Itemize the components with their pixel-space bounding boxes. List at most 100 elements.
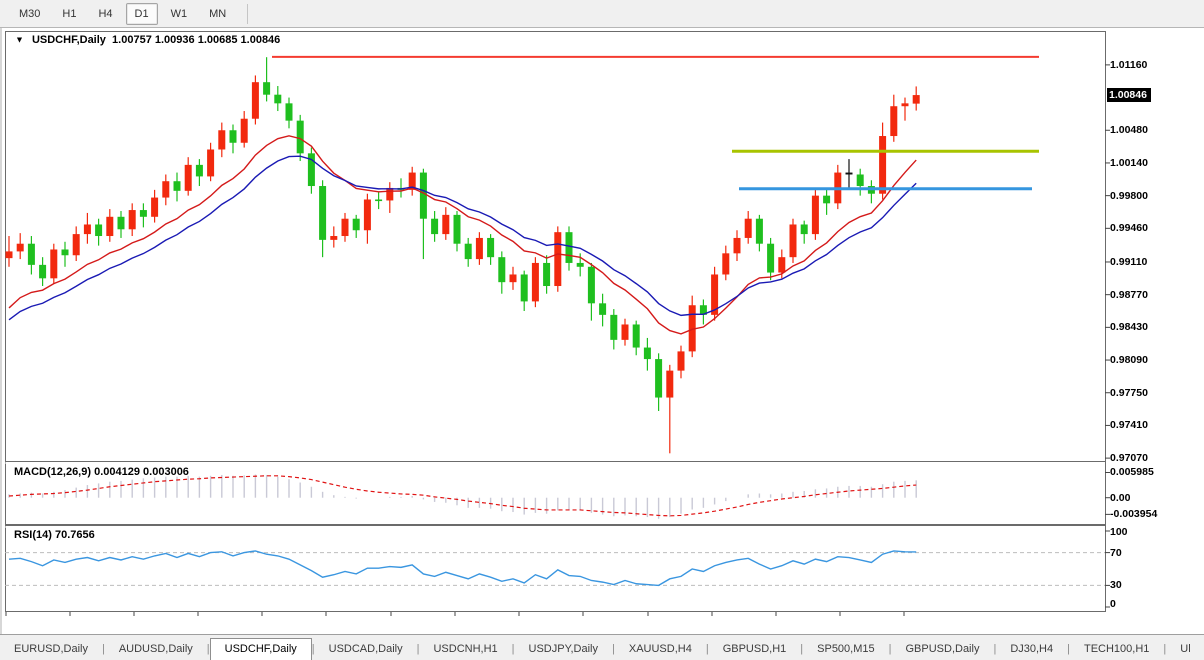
timeframe-button-d1[interactable]: D1 [125, 2, 158, 25]
candle [834, 164, 842, 210]
candle [744, 211, 752, 244]
price-axis-label: 0.99460 [1110, 222, 1148, 235]
candle [95, 218, 103, 246]
candle [632, 320, 640, 356]
candle [319, 180, 327, 258]
rsi-axis-label: 100 [1110, 526, 1128, 538]
candle [151, 189, 159, 223]
candle [699, 299, 707, 325]
candle [711, 266, 719, 321]
timeframe-button-m30[interactable]: M30 [10, 3, 49, 25]
chart-area: ▼ USDCHF,Daily 1.00757 1.00936 1.00685 1… [0, 28, 1204, 656]
price-axis-label: 0.97070 [1110, 452, 1148, 465]
candle [811, 187, 819, 240]
candle [823, 189, 831, 215]
price-axis-label: 0.98430 [1110, 321, 1148, 334]
chart-tab-usdjpy-daily[interactable]: USDJPY,Daily [515, 639, 613, 660]
chart-tab-dj30-h4[interactable]: DJ30,H4 [996, 639, 1067, 660]
chart-tab-gbpusd-h1[interactable]: GBPUSD,H1 [709, 639, 801, 660]
candle [431, 211, 439, 242]
candle [39, 257, 47, 287]
chart-tab-tech100-h1[interactable]: TECH100,H1 [1070, 639, 1163, 660]
candle [845, 159, 853, 188]
price-axis-label: 0.99110 [1110, 255, 1148, 268]
price-axis-label: 1.00140 [1110, 156, 1148, 169]
candle [498, 251, 506, 294]
candle [285, 97, 293, 129]
macd-signal-value: 0.003006 [143, 466, 189, 478]
rsi-value: 70.7656 [54, 529, 95, 541]
current-price-tag: 1.00846 [1107, 88, 1151, 103]
candle [5, 236, 13, 267]
chart-tab-usdchf-daily[interactable]: USDCHF,Daily [209, 638, 312, 660]
trading-platform-window: M30 H1 H4 D1 W1 MN ▼ USDCHF,Daily 1.00757 1.0… [0, 0, 1204, 660]
ohlc-open: 1.00757 [112, 34, 152, 46]
chart-tab-xauusd-h4[interactable]: XAUUSD,H4 [615, 639, 706, 660]
candle [352, 214, 360, 238]
candle [251, 75, 259, 125]
timeframe-button-h1[interactable]: H1 [53, 3, 85, 25]
chart-tab-eurusd-daily[interactable]: EURUSD,Daily [0, 639, 102, 660]
candle [83, 212, 91, 244]
candle [767, 237, 775, 281]
chart-header: ▼ USDCHF,Daily 1.00757 1.00936 1.00685 1… [14, 34, 280, 46]
candle [890, 94, 898, 142]
candle [117, 211, 125, 238]
ohlc-low: 1.00685 [197, 34, 238, 46]
candle [621, 318, 629, 346]
rsi-axis-label: 0 [1110, 598, 1116, 610]
candle [912, 86, 920, 111]
candle [901, 97, 909, 121]
candle [207, 142, 215, 182]
candle [688, 295, 696, 358]
price-axis-label: 0.99800 [1110, 189, 1148, 202]
chart-tab-gbpusd-daily[interactable]: GBPUSD,Daily [891, 639, 993, 660]
chart-canvas[interactable] [2, 28, 1204, 634]
price-axis-label: 1.01160 [1110, 58, 1148, 71]
chart-tab-bar: EURUSD,Daily | AUDUSD,Daily | USDCHF,Daily | U… [0, 634, 1204, 660]
candle [677, 345, 685, 379]
timeframe-button-mn[interactable]: MN [200, 3, 235, 25]
candle [453, 211, 461, 252]
chart-tab-usdcnh-h1[interactable]: USDCNH,H1 [419, 639, 511, 660]
chart-tab-usdcad-daily[interactable]: USDCAD,Daily [315, 639, 417, 660]
rsi-label: RSI(14) 70.7656 [14, 529, 95, 541]
candle [531, 257, 539, 308]
candle [274, 86, 282, 112]
candle [442, 207, 450, 240]
candle [487, 234, 495, 265]
candle [565, 226, 573, 271]
timeframe-button-h4[interactable]: H4 [89, 3, 121, 25]
price-axis-label: 1.00480 [1110, 124, 1148, 137]
chart-tab-ul[interactable]: Ul [1166, 639, 1204, 660]
candle [173, 172, 181, 202]
candle [856, 168, 864, 196]
chart-tab-sp500-m15[interactable]: SP500,M15 [803, 639, 888, 660]
candle [375, 191, 383, 210]
candle [408, 166, 416, 196]
candle [27, 236, 35, 275]
candle [229, 124, 237, 154]
timeframe-toolbar: M30 H1 H4 D1 W1 MN [0, 0, 1204, 28]
moving-average-line [8, 135, 917, 335]
candle [106, 209, 114, 242]
ohlc-high: 1.00936 [154, 34, 195, 46]
chart-tab-audusd-daily[interactable]: AUDUSD,Daily [105, 639, 207, 660]
collapse-indicator-icon[interactable]: ▼ [15, 35, 24, 45]
price-axis-label: 0.97410 [1110, 419, 1148, 432]
candle [666, 364, 674, 454]
candle [610, 309, 618, 350]
timeframe-button-w1[interactable]: W1 [162, 3, 197, 25]
candle [800, 220, 808, 244]
candle [50, 243, 58, 285]
rsi-axis-label: 30 [1110, 579, 1122, 592]
price-axis-label: 0.97750 [1110, 386, 1148, 399]
macd-indicator-name: MACD(12,26,9) [14, 466, 92, 478]
candle [341, 212, 349, 242]
macd-axis-label: -0.003954 [1110, 508, 1158, 521]
candle [722, 245, 730, 281]
candle [655, 353, 663, 412]
candle [240, 111, 248, 148]
candle [419, 168, 427, 260]
candle [128, 203, 136, 237]
